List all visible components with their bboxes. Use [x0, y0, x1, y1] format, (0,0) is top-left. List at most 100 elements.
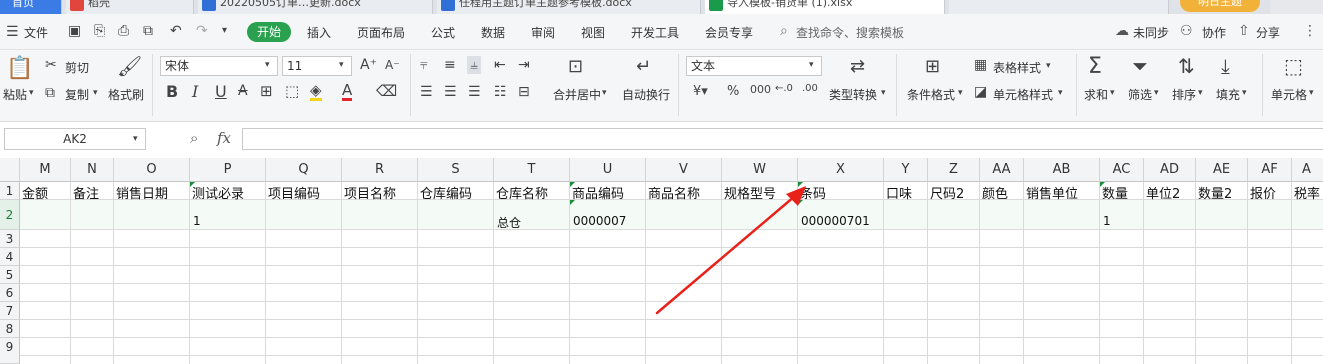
column-header-q[interactable]: Q [266, 158, 342, 182]
merge-center-button[interactable]: 合并居中 [553, 86, 601, 103]
sort-button[interactable]: 排序 [1172, 86, 1196, 103]
column-header-m[interactable]: M [20, 158, 71, 182]
fill-button[interactable]: 填充 [1216, 86, 1240, 103]
italic-icon[interactable]: I [192, 84, 198, 100]
header-cell-o[interactable]: 销售日期 [116, 183, 188, 202]
share-button[interactable]: 分享 [1256, 24, 1280, 41]
row-header-5[interactable]: 5 [0, 266, 20, 284]
cloud-sync-icon[interactable]: ☁ [1115, 24, 1129, 38]
filter-icon[interactable]: ⏷ [1132, 56, 1148, 76]
border-icon[interactable]: ⊞ [260, 84, 273, 99]
header-cell-w[interactable]: 规格型号 [724, 183, 796, 202]
decrease-decimal-icon[interactable]: .00 [802, 84, 818, 94]
distributed-icon[interactable]: ⊟ [518, 85, 530, 99]
row-header-3[interactable]: 3 [0, 230, 20, 248]
column-header-ag[interactable]: A [1292, 158, 1323, 182]
undo-icon[interactable]: ↶ [170, 24, 182, 38]
tab-home[interactable]: 首页 [0, 0, 62, 14]
collab-icon[interactable]: ⚇ [1180, 24, 1193, 38]
header-cell-ac[interactable]: 数量 [1102, 183, 1142, 202]
format-painter-icon[interactable]: 🖌 [117, 56, 142, 76]
column-header-ae[interactable]: AE [1196, 158, 1248, 182]
header-cell-n[interactable]: 备注 [73, 183, 113, 202]
sort-icon[interactable]: ⇅ [1178, 56, 1195, 76]
number-format-select[interactable]: 文本 ▾ [686, 56, 822, 76]
menu-review[interactable]: 审阅 [531, 24, 555, 41]
justify-icon[interactable]: ☷ [494, 85, 507, 99]
sort-dropdown-icon[interactable]: ▾ [1198, 89, 1203, 98]
sum-icon[interactable]: Σ [1088, 56, 1102, 78]
align-middle-icon[interactable]: ≡ [444, 58, 456, 72]
copy-button[interactable]: 复制 [65, 86, 89, 103]
convert-type-button[interactable]: 类型转换 [829, 86, 877, 103]
cell-style-button[interactable]: 单元格样式 [993, 86, 1053, 103]
decrease-indent-icon[interactable]: ⇤ [494, 58, 506, 72]
increase-decimal-icon[interactable]: ←.0 [775, 84, 793, 94]
more-icon[interactable]: ⋮ [1303, 24, 1317, 38]
tab-doc-2[interactable]: 任程用主题订单主题参考模板.docx [437, 0, 701, 14]
thousands-icon[interactable]: 000 [750, 84, 771, 95]
menu-member[interactable]: 会员专享 [705, 24, 753, 41]
window-controls[interactable] [1270, 0, 1323, 14]
menu-start-tab[interactable]: 开始 [247, 22, 291, 42]
percent-icon[interactable]: % [727, 85, 739, 98]
column-header-s[interactable]: S [418, 158, 494, 182]
header-cell-aa[interactable]: 颜色 [982, 183, 1022, 202]
convert-type-icon[interactable]: ⇄ [850, 58, 865, 76]
header-cell-y[interactable]: 口味 [886, 183, 926, 202]
format-painter-button[interactable]: 格式刷 [108, 86, 144, 103]
header-cell-ae[interactable]: 数量2 [1198, 183, 1246, 202]
cell-icon[interactable]: ⬚ [1284, 56, 1303, 76]
cut-button[interactable]: 剪切 [65, 59, 89, 76]
formula-input[interactable] [242, 128, 1323, 150]
paste-label[interactable]: 粘贴 [3, 86, 27, 103]
tab-doc-1[interactable]: 20220505订单…更新.docx [198, 0, 433, 14]
align-bottom-icon[interactable]: ⫨ [467, 56, 481, 74]
row-header-1[interactable]: 1 [0, 182, 20, 200]
column-header-x[interactable]: X [798, 158, 884, 182]
cell-u2[interactable]: 0000007 [573, 214, 626, 228]
column-header-af[interactable]: AF [1248, 158, 1292, 182]
spreadsheet-grid[interactable]: M N O P Q R S T U V W X Y Z AA AB AC AD … [0, 158, 1323, 364]
cell-t2[interactable]: 总仓 [497, 214, 521, 231]
collab-button[interactable]: 协作 [1202, 24, 1226, 41]
align-right-icon[interactable]: ☰ [468, 85, 481, 99]
column-header-y[interactable]: Y [884, 158, 928, 182]
column-header-o[interactable]: O [114, 158, 190, 182]
fill-dropdown-icon[interactable]: ▾ [1242, 89, 1247, 98]
tab-docer[interactable]: 稻壳 [66, 0, 194, 14]
menu-formulas[interactable]: 公式 [431, 24, 455, 41]
print-icon[interactable]: ⎙ [118, 24, 129, 38]
header-cell-z[interactable]: 尺码2 [930, 183, 978, 202]
cell-style-dropdown-icon[interactable]: ▾ [1058, 89, 1063, 98]
name-box[interactable]: AK2 ▾ [4, 128, 146, 150]
cell-style-icon[interactable]: ◪ [974, 85, 987, 99]
share-icon[interactable]: ⇧ [1238, 24, 1250, 38]
font-size-select[interactable]: 11 ▾ [282, 56, 352, 76]
tab-empty[interactable] [949, 0, 1169, 14]
sum-button[interactable]: 求和 [1084, 86, 1108, 103]
cell-p2[interactable]: 1 [193, 214, 201, 228]
increase-indent-icon[interactable]: ⇥ [518, 58, 530, 72]
copy-dropdown-icon[interactable]: ▾ [93, 89, 98, 98]
column-header-p[interactable]: P [190, 158, 266, 182]
align-left-icon[interactable]: ☰ [420, 85, 433, 99]
sync-status[interactable]: 未同步 [1133, 24, 1169, 41]
cut-icon[interactable]: ✂ [45, 58, 57, 72]
cell-ac2[interactable]: 1 [1103, 214, 1111, 228]
cell-button[interactable]: 单元格 [1271, 86, 1307, 103]
menu-insert[interactable]: 插入 [307, 24, 331, 41]
header-cell-s[interactable]: 仓库编码 [420, 183, 492, 202]
filter-dropdown-icon[interactable]: ▾ [1154, 89, 1159, 98]
paste-icon[interactable]: 📋 [6, 58, 33, 80]
quick-access-dropdown-icon[interactable]: ▾ [222, 26, 227, 36]
copy-icon[interactable]: ⧉ [45, 86, 55, 100]
header-cell-r[interactable]: 项目名称 [344, 183, 416, 202]
currency-icon[interactable]: ¥▾ [693, 85, 708, 98]
tab-xlsx-active[interactable]: 导入模板-销货单 (1).xlsx [705, 0, 945, 14]
clear-format-icon[interactable]: ⌫ [376, 84, 397, 99]
conditional-format-button[interactable]: 条件格式 [907, 86, 955, 103]
header-cell-p[interactable]: 测试必录 [192, 183, 264, 202]
export-icon[interactable]: ⎘ [94, 24, 105, 38]
menu-view[interactable]: 视图 [581, 24, 605, 41]
